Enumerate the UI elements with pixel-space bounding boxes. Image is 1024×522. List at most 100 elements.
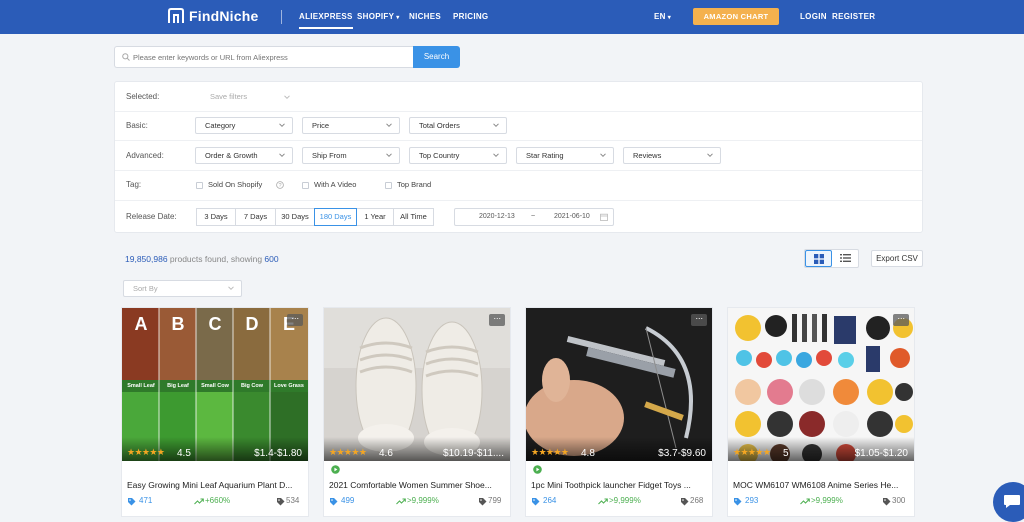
product-card[interactable]: ··· ★★★★★ 4.8 $3.7-$9.60 1pc Mini Toothp… xyxy=(525,307,713,517)
nav-aliexpress[interactable]: ALIEXPRESS xyxy=(299,12,353,29)
product-card[interactable]: ··· ★★★★★ 5 $1.05-$1.20 MOC WM6107 WM610… xyxy=(727,307,915,517)
range-7-days[interactable]: 7 Days xyxy=(235,208,276,226)
with-a-video-checkbox[interactable] xyxy=(302,182,309,189)
price: $3.7-$9.60 xyxy=(658,448,706,459)
product-title[interactable]: Easy Growing Mini Leaf Aquarium Plant D.… xyxy=(127,480,303,490)
basic-label: Basic: xyxy=(126,121,148,130)
star-rating-dropdown[interactable]: Star Rating xyxy=(516,147,614,164)
reviews-dropdown[interactable]: Reviews xyxy=(623,147,721,164)
category-label: Category xyxy=(205,121,236,130)
view-toggle xyxy=(804,249,859,268)
row-divider xyxy=(115,170,922,171)
product-card[interactable]: ··· ★★★★★ 4.6 $10.19-$11.... 2021 Comfor… xyxy=(323,307,511,517)
product-title[interactable]: MOC WM6107 WM6108 Anime Series He... xyxy=(733,480,909,490)
search-input[interactable] xyxy=(133,50,403,64)
product-title[interactable]: 2021 Comfortable Women Summer Shoe... xyxy=(329,480,505,490)
price-label: Price xyxy=(312,121,330,130)
growth-rate: >9,999% xyxy=(407,496,439,505)
amazon-chart-button[interactable]: AMAZON CHART xyxy=(693,8,779,25)
date-separator: ~ xyxy=(531,213,536,220)
language-label: EN xyxy=(654,12,666,21)
logo[interactable]: FindNiche xyxy=(167,8,258,24)
nav-pricing[interactable]: PRICING xyxy=(453,12,488,21)
more-icon[interactable]: ··· xyxy=(287,314,303,326)
product-stats: 499 >9,999% 799 xyxy=(324,496,510,508)
register-link[interactable]: REGISTER xyxy=(832,12,875,21)
range-180-days[interactable]: 180 Days xyxy=(314,208,357,226)
range-1-year[interactable]: 1 Year xyxy=(356,208,394,226)
reviews-tag-icon xyxy=(681,498,689,506)
price-dropdown[interactable]: Price xyxy=(302,117,400,134)
release-range-tabs: 3 Days 7 Days 30 Days 180 Days 1 Year Al… xyxy=(196,208,434,226)
orders-tag-icon xyxy=(330,498,338,506)
product-image[interactable]: ··· ★★★★★ 4.8 $3.7-$9.60 xyxy=(526,308,712,461)
top-brand-checkbox[interactable] xyxy=(385,182,392,189)
category-dropdown[interactable]: Category xyxy=(195,117,293,134)
product-image[interactable]: ··· ★★★★★ 5 $1.05-$1.20 xyxy=(728,308,914,461)
release-date-label: Release Date: xyxy=(126,212,177,221)
chevron-down-icon xyxy=(707,153,713,158)
product-image[interactable]: A B C D E Small Leaf Big Leaf Small Cow … xyxy=(122,308,308,461)
product-image[interactable]: ··· ★★★★★ 4.6 $10.19-$11.... xyxy=(324,308,510,461)
ship-from-dropdown[interactable]: Ship From xyxy=(302,147,400,164)
more-icon[interactable]: ··· xyxy=(489,314,505,326)
svg-text:?: ? xyxy=(278,183,281,189)
sold-on-shopify-checkbox[interactable] xyxy=(196,182,203,189)
nav-shopify[interactable]: SHOPIFY ▾ xyxy=(357,12,400,21)
video-icon xyxy=(533,465,542,474)
date-range-picker[interactable]: 2020-12-13 ~ 2021-06-10 xyxy=(454,208,614,226)
reviews-tag-icon xyxy=(883,498,891,506)
trend-up-icon xyxy=(194,498,204,505)
export-csv-button[interactable]: Export CSV xyxy=(871,250,923,267)
rating-value: 4.8 xyxy=(581,448,595,459)
orders-tag-icon xyxy=(734,498,742,506)
sort-by-dropdown[interactable]: Sort By xyxy=(123,280,242,297)
login-link[interactable]: LOGIN xyxy=(800,12,827,21)
search-button[interactable]: Search xyxy=(413,46,460,68)
logo-divider xyxy=(281,10,282,24)
nav-niches[interactable]: NICHES xyxy=(409,12,441,21)
top-country-dropdown[interactable]: Top Country xyxy=(409,147,507,164)
reviews-label: Reviews xyxy=(633,151,662,160)
growth-rate: >9,999% xyxy=(811,496,843,505)
panel-letter: A xyxy=(135,314,148,334)
chevron-down-icon xyxy=(493,153,499,158)
product-stats: 471 +660% 534 xyxy=(122,496,308,508)
results-count: 19,850,986 xyxy=(125,254,168,264)
reviews-tag-icon xyxy=(277,498,285,506)
total-orders-dropdown[interactable]: Total Orders xyxy=(409,117,507,134)
range-30-days[interactable]: 30 Days xyxy=(275,208,315,226)
filter-panel: Selected: Save filters Basic: Category P… xyxy=(114,81,923,233)
list-view-button[interactable] xyxy=(832,250,859,267)
range-all-time[interactable]: All Time xyxy=(393,208,434,226)
orders-count: 293 xyxy=(745,496,759,505)
panel-label: Big Leaf xyxy=(167,383,189,389)
reviews-count: 799 xyxy=(488,496,502,505)
more-icon[interactable]: ··· xyxy=(893,314,909,326)
help-icon[interactable]: ? xyxy=(276,181,284,189)
panel-letter: B xyxy=(172,314,185,334)
chevron-down-icon xyxy=(386,123,392,128)
orders-tag-icon xyxy=(532,498,540,506)
language-select[interactable]: EN ▾ xyxy=(654,12,671,21)
save-filters-dropdown[interactable]: Save filters xyxy=(210,92,290,101)
date-from: 2020-12-13 xyxy=(479,213,515,220)
trend-up-icon xyxy=(396,498,406,505)
range-3-days[interactable]: 3 Days xyxy=(196,208,236,226)
chevron-down-icon xyxy=(279,153,285,158)
grid-view-button[interactable] xyxy=(805,250,832,267)
panel-label: Small Cow xyxy=(201,383,230,389)
reviews-tag-icon xyxy=(479,498,487,506)
more-icon[interactable]: ··· xyxy=(691,314,707,326)
order-growth-dropdown[interactable]: Order & Growth xyxy=(195,147,293,164)
trend-up-icon xyxy=(800,498,810,505)
product-title[interactable]: 1pc Mini Toothpick launcher Fidget Toys … xyxy=(531,480,707,490)
panel-label: Love Grass xyxy=(274,383,304,389)
top-country-label: Top Country xyxy=(419,151,460,160)
product-card[interactable]: A B C D E Small Leaf Big Leaf Small Cow … xyxy=(121,307,309,517)
star-rating: ★★★★★ xyxy=(531,447,569,457)
chevron-down-icon xyxy=(279,123,285,128)
chevron-down-icon xyxy=(386,153,392,158)
row-divider xyxy=(115,140,922,141)
chat-button[interactable] xyxy=(993,482,1024,522)
